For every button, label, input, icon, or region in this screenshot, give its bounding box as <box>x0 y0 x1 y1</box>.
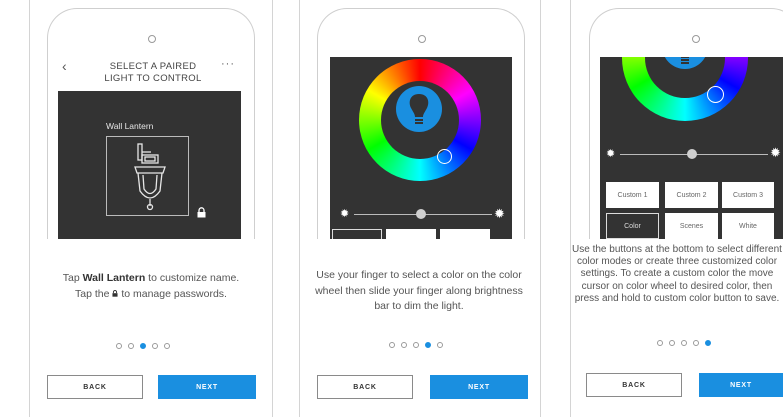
step-indicator <box>116 343 170 349</box>
camera-dot <box>148 35 156 43</box>
step-dot <box>152 343 158 349</box>
phone-frame: ‹ SELECT A PAIRED LIGHT TO CONTROL ··· W… <box>47 8 255 239</box>
color-cursor[interactable] <box>707 86 724 103</box>
step-dot <box>128 343 134 349</box>
color-mode-button[interactable]: Color <box>606 213 659 239</box>
back-button[interactable]: BACK <box>47 375 143 399</box>
next-button[interactable]: NEXT <box>699 373 783 397</box>
custom-1-button[interactable]: Custom 1 <box>606 182 659 208</box>
step-dot <box>657 340 663 346</box>
brightness-high-icon: ✹ <box>770 145 781 160</box>
brightness-low-icon: ✹ <box>340 208 350 220</box>
step-dot <box>437 342 443 348</box>
step-dot <box>669 340 675 346</box>
instruction-bold: Wall Lantern <box>82 272 146 284</box>
bulb-badge <box>396 86 442 132</box>
next-button[interactable]: NEXT <box>430 375 528 399</box>
brightness-slider-knob[interactable] <box>687 149 697 159</box>
instruction-pre: Tap <box>62 272 83 284</box>
brightness-low-icon: ✹ <box>606 148 616 160</box>
divider <box>272 0 273 417</box>
step-dot <box>693 340 699 346</box>
wall-lantern-icon <box>134 143 166 211</box>
step-panel-color-wheel: ✹ ✹ Use your finger to select a color on… <box>300 0 540 417</box>
white-mode-button[interactable]: White <box>722 213 774 239</box>
instruction-line2-pre: Tap the <box>75 287 113 300</box>
device-name[interactable]: Wall Lantern <box>106 121 153 131</box>
lock-icon[interactable] <box>197 207 206 218</box>
phone-frame: ✹ ✹ Custom 1 Custom 2 Custom 3 Color Sce… <box>589 8 783 239</box>
scenes-mode-button[interactable]: Scenes <box>665 213 718 239</box>
bulb-icon <box>681 57 689 64</box>
lantern-tile[interactable] <box>106 136 189 216</box>
step-dot <box>389 342 395 348</box>
camera-dot <box>692 35 700 43</box>
screen-title: SELECT A PAIRED LIGHT TO CONTROL <box>104 61 202 84</box>
brightness-high-icon: ✹ <box>494 206 505 221</box>
phone-frame: ✹ ✹ <box>317 8 525 239</box>
brightness-slider-knob[interactable] <box>416 209 426 219</box>
bulb-icon <box>409 94 429 124</box>
step-indicator <box>389 342 443 348</box>
back-chevron-icon[interactable]: ‹ <box>62 58 67 74</box>
camera-dot <box>418 35 426 43</box>
step-dot <box>401 342 407 348</box>
custom-3-button[interactable]: Custom 3 <box>722 182 774 208</box>
next-button[interactable]: NEXT <box>158 375 256 399</box>
back-button[interactable]: BACK <box>586 373 682 397</box>
step-dot-active <box>425 342 431 348</box>
step-dot <box>116 343 122 349</box>
instruction-post: to customize name. <box>145 272 240 284</box>
mode-button[interactable] <box>440 229 490 239</box>
instruction-line2-post: to manage passwords. <box>118 287 227 300</box>
back-button[interactable]: BACK <box>317 375 413 399</box>
more-icon[interactable]: ··· <box>221 58 235 70</box>
step-indicator <box>657 340 711 346</box>
step-panel-select-light: ‹ SELECT A PAIRED LIGHT TO CONTROL ··· W… <box>30 0 272 417</box>
mode-button-selected[interactable] <box>332 229 382 239</box>
step-dot-active <box>140 343 146 349</box>
step-dot <box>681 340 687 346</box>
instruction-text: Tap Wall Lantern to customize name. Tap … <box>35 271 267 302</box>
device-screen: ✹ ✹ Custom 1 Custom 2 Custom 3 Color Sce… <box>600 57 783 239</box>
step-panel-custom-colors: ✹ ✹ Custom 1 Custom 2 Custom 3 Color Sce… <box>571 0 783 417</box>
custom-2-button[interactable]: Custom 2 <box>665 182 718 208</box>
step-dot-active <box>705 340 711 346</box>
mode-button[interactable] <box>386 229 436 239</box>
divider <box>540 0 541 417</box>
step-dot <box>413 342 419 348</box>
step-dot <box>164 343 170 349</box>
instruction-text: Use your finger to select a color on the… <box>315 269 523 312</box>
device-screen: ✹ ✹ <box>330 57 512 239</box>
bulb-badge <box>662 57 708 69</box>
color-cursor[interactable] <box>437 149 452 164</box>
device-screen: Wall Lantern <box>58 91 241 239</box>
instruction-text: Use the buttons at the bottom to select … <box>572 244 782 304</box>
